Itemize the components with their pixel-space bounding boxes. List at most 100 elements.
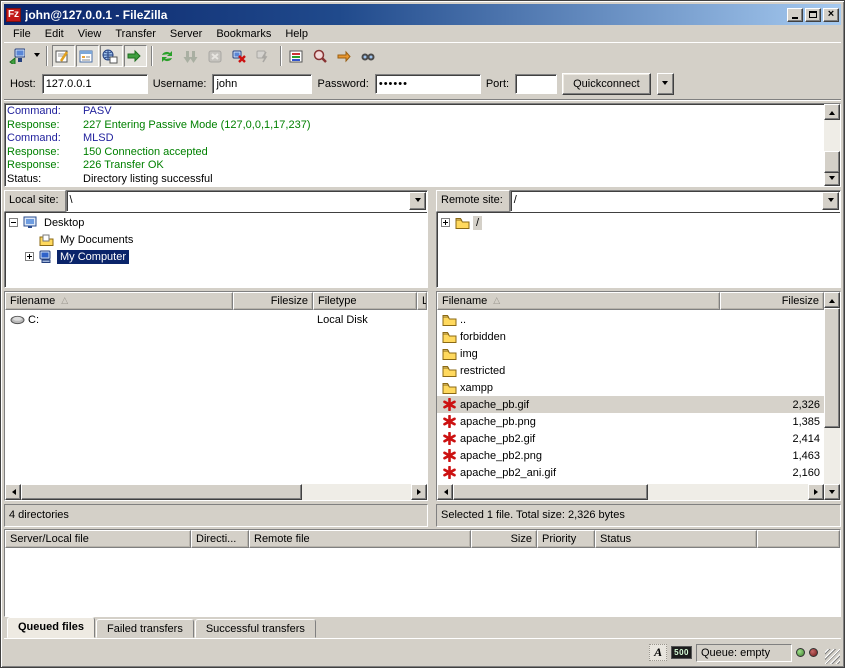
expand-icon[interactable] [25,252,34,261]
remote-site-combo-dropdown[interactable] [822,192,839,210]
transfer-type-icon[interactable]: A [649,644,667,661]
title-bar[interactable]: Fz john@127.0.0.1 - FileZilla × [4,4,841,25]
queue-column-header-size[interactable]: Size [471,530,537,548]
menu-item-bookmarks[interactable]: Bookmarks [209,27,278,41]
toggle-queue-button[interactable] [124,45,147,67]
column-header-filename[interactable]: Filename△ [437,292,720,310]
scroll-thumb[interactable] [824,151,840,173]
collapse-icon[interactable] [9,218,18,227]
toggle-local-tree-icon [78,49,94,63]
port-input[interactable] [515,74,557,94]
file-row[interactable]: apache_pb2.gif2,414 [437,430,824,447]
filezilla-window: Fz john@127.0.0.1 - FileZilla × FileEdit… [0,0,845,668]
scroll-track[interactable] [824,308,840,484]
menu-item-file[interactable]: File [6,27,38,41]
remote-list-vscrollbar[interactable] [824,292,840,500]
refresh-button[interactable] [157,45,180,67]
file-row[interactable]: xampp [437,379,824,396]
file-row[interactable]: apache_pb2_ani.gif2,160 [437,464,824,481]
tab-successful-transfers[interactable]: Successful transfers [195,619,316,638]
tab-queued-files[interactable]: Queued files [7,617,95,638]
disconnect-button[interactable] [229,45,252,67]
file-row[interactable]: .. [437,311,824,328]
tab-failed-transfers[interactable]: Failed transfers [96,619,194,638]
menu-item-transfer[interactable]: Transfer [108,27,163,41]
menu-item-view[interactable]: View [71,27,109,41]
triangle-right-icon [814,489,821,495]
column-header-filesize[interactable]: Filesize [720,292,824,310]
toolbar-dropdown-button[interactable] [31,45,42,67]
scroll-down-button[interactable] [824,484,840,500]
log-scrollbar[interactable] [824,104,840,186]
scroll-up-button[interactable] [824,104,840,120]
column-header-filesize[interactable]: Filesize [233,292,313,310]
file-size-cell [233,311,313,328]
column-header-filetype[interactable]: Filetype [313,292,417,310]
column-header-l[interactable]: L [417,292,427,310]
close-button[interactable]: × [823,8,839,22]
scroll-track[interactable] [453,484,808,500]
minimize-button[interactable] [787,8,803,22]
queue-body[interactable] [5,548,840,616]
remote-site-combo[interactable]: / [510,190,841,212]
find-button[interactable] [358,45,381,67]
username-input[interactable] [212,74,312,94]
queue-column-header-directi[interactable]: Directi... [191,530,249,548]
local-site-combo-dropdown[interactable] [409,192,426,210]
scroll-thumb[interactable] [453,484,648,500]
file-row[interactable]: img [437,345,824,362]
file-row[interactable]: C:Local Disk [5,311,427,328]
sync-browsing-button[interactable] [334,45,357,67]
tree-item[interactable]: / [439,214,840,231]
site-manager-button[interactable] [7,45,30,67]
vertical-splitter[interactable] [428,291,436,527]
queue-column-header-serverlocalfile[interactable]: Server/Local file [5,530,191,548]
scroll-track[interactable] [21,484,411,500]
queue-column-header-remotefile[interactable]: Remote file [249,530,471,548]
resize-grip-icon[interactable] [825,649,840,664]
queue-column-header-priority[interactable]: Priority [537,530,595,548]
cancel-button[interactable] [205,45,228,67]
filter-button[interactable] [286,45,309,67]
local-site-combo[interactable]: \ [66,190,428,212]
menu-item-help[interactable]: Help [278,27,315,41]
tree-item[interactable]: My Documents [7,231,427,248]
log-line: Response:150 Connection accepted [7,146,822,160]
host-input[interactable] [42,74,148,94]
maximize-button[interactable] [805,8,821,22]
toggle-log-button[interactable] [52,45,75,67]
file-row[interactable]: restricted [437,362,824,379]
file-row[interactable]: apache_pb.gif2,326 [437,396,824,413]
scroll-thumb[interactable] [824,308,840,428]
tree-item[interactable]: Desktop [7,214,427,231]
tree-item[interactable]: My Computer [7,248,427,265]
file-name-cell: xampp [437,379,720,396]
speed-limits-icon[interactable]: 500 [671,646,692,659]
queue-column-header-status[interactable]: Status [595,530,757,548]
local-list-hscrollbar[interactable] [5,484,427,500]
scroll-thumb[interactable] [21,484,302,500]
quickconnect-dropdown-button[interactable] [657,73,674,95]
toggle-local-tree-button[interactable] [76,45,99,67]
remote-list-hscrollbar[interactable] [437,484,824,500]
expand-icon[interactable] [441,218,450,227]
file-row[interactable]: apache_pb2.png1,463 [437,447,824,464]
scroll-track[interactable] [824,120,840,170]
toggle-remote-tree-button[interactable] [100,45,123,67]
password-input[interactable] [375,74,481,94]
vertical-splitter[interactable] [428,190,436,288]
file-row[interactable]: forbidden [437,328,824,345]
reconnect-button[interactable] [253,45,276,67]
scroll-right-button[interactable] [411,484,427,500]
scroll-left-button[interactable] [437,484,453,500]
menu-item-server[interactable]: Server [163,27,209,41]
scroll-left-button[interactable] [5,484,21,500]
compare-button[interactable] [310,45,333,67]
scroll-right-button[interactable] [808,484,824,500]
column-header-filename[interactable]: Filename△ [5,292,233,310]
menu-item-edit[interactable]: Edit [38,27,71,41]
file-row[interactable]: apache_pb.png1,385 [437,413,824,430]
quickconnect-button[interactable]: Quickconnect [562,73,651,95]
scroll-up-button[interactable] [824,292,840,308]
process-queue-button[interactable] [181,45,204,67]
